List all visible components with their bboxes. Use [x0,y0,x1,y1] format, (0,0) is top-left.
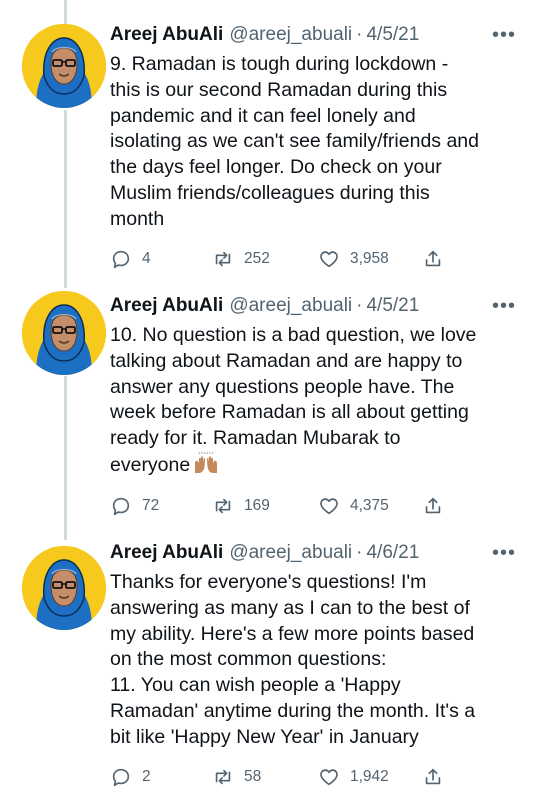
retweet-icon [215,769,231,785]
tweet-header: Areej AbuAli @areej_abuali · 4/6/21 ••• [110,542,518,568]
author-handle[interactable]: @areej_abuali [229,542,352,564]
avatar[interactable] [22,24,106,108]
author-name[interactable]: Areej AbuAli [110,542,223,564]
tweet-date[interactable]: 4/5/21 [366,295,419,317]
avatar-illustration [22,24,106,108]
heart-icon [320,498,338,515]
tweet-actions: 2 58 1,942 [110,764,518,790]
author-name[interactable]: Areej AbuAli [110,295,223,317]
share-icon [425,768,441,785]
retweet-icon [215,498,231,514]
separator-dot: · [356,542,363,563]
share-icon [425,497,441,514]
like-count: 4,375 [350,497,389,514]
author-handle[interactable]: @areej_abuali [229,24,352,46]
tweet-header: Areej AbuAli @areej_abuali · 4/5/21 ••• [110,24,518,50]
author-handle[interactable]: @areej_abuali [229,295,352,317]
reply-count: 2 [142,768,151,785]
like-button[interactable]: 4,375 [318,495,389,517]
tweet-text: 9. Ramadan is tough during lockdown - th… [110,53,479,230]
heart-icon [320,251,338,268]
like-button[interactable]: 1,942 [318,766,389,788]
separator-dot: · [356,24,363,45]
tweet-date[interactable]: 4/5/21 [366,24,419,46]
retweet-count: 169 [244,497,270,514]
reply-button[interactable]: 2 [110,766,151,788]
reply-icon [112,497,130,516]
tweet[interactable]: Areej AbuAli @areej_abuali · 4/6/21 ••• … [0,540,540,795]
like-count: 1,942 [350,768,389,785]
reply-button[interactable]: 4 [110,248,151,270]
more-options-button[interactable]: ••• [492,542,516,565]
retweet-count: 252 [244,250,270,267]
tweet[interactable]: Areej AbuAli @areej_abuali · 4/5/21 ••• … [0,0,540,285]
tweet-text-body: 10. No question is a bad question, we lo… [110,324,477,476]
tweet-text: 10. No question is a bad question, we lo… [110,323,518,479]
avatar-illustration [22,291,106,375]
tweet-text: Thanks for everyone's questions! I'm ans… [110,571,476,748]
raising-hands-emoji [195,451,218,473]
reply-icon [112,250,130,269]
tweet-actions: 4 252 3,958 [110,246,518,272]
more-options-button[interactable]: ••• [492,24,516,47]
avatar[interactable] [22,546,106,630]
retweet-button[interactable]: 169 [212,495,270,517]
share-button[interactable] [422,248,454,270]
retweet-icon [215,251,231,267]
retweet-button[interactable]: 252 [212,248,270,270]
separator-dot: · [356,295,363,316]
more-options-button[interactable]: ••• [492,295,516,318]
share-icon [425,250,441,267]
heart-icon [320,769,338,786]
reply-count: 4 [142,250,151,267]
share-button[interactable] [422,495,454,517]
reply-count: 72 [142,497,160,514]
retweet-count: 58 [244,768,262,785]
avatar[interactable] [22,291,106,375]
tweet-header: Areej AbuAli @areej_abuali · 4/5/21 ••• [110,295,518,321]
like-count: 3,958 [350,250,389,267]
tweet[interactable]: Areej AbuAli @areej_abuali · 4/5/21 ••• … [0,285,540,540]
tweet-actions: 72 169 4,375 [110,493,518,519]
tweet-date[interactable]: 4/6/21 [366,542,419,564]
like-button[interactable]: 3,958 [318,248,389,270]
reply-button[interactable]: 72 [110,495,159,517]
retweet-button[interactable]: 58 [212,766,261,788]
reply-icon [112,768,130,787]
share-button[interactable] [422,766,454,788]
avatar-illustration [22,546,106,630]
author-name[interactable]: Areej AbuAli [110,24,223,46]
